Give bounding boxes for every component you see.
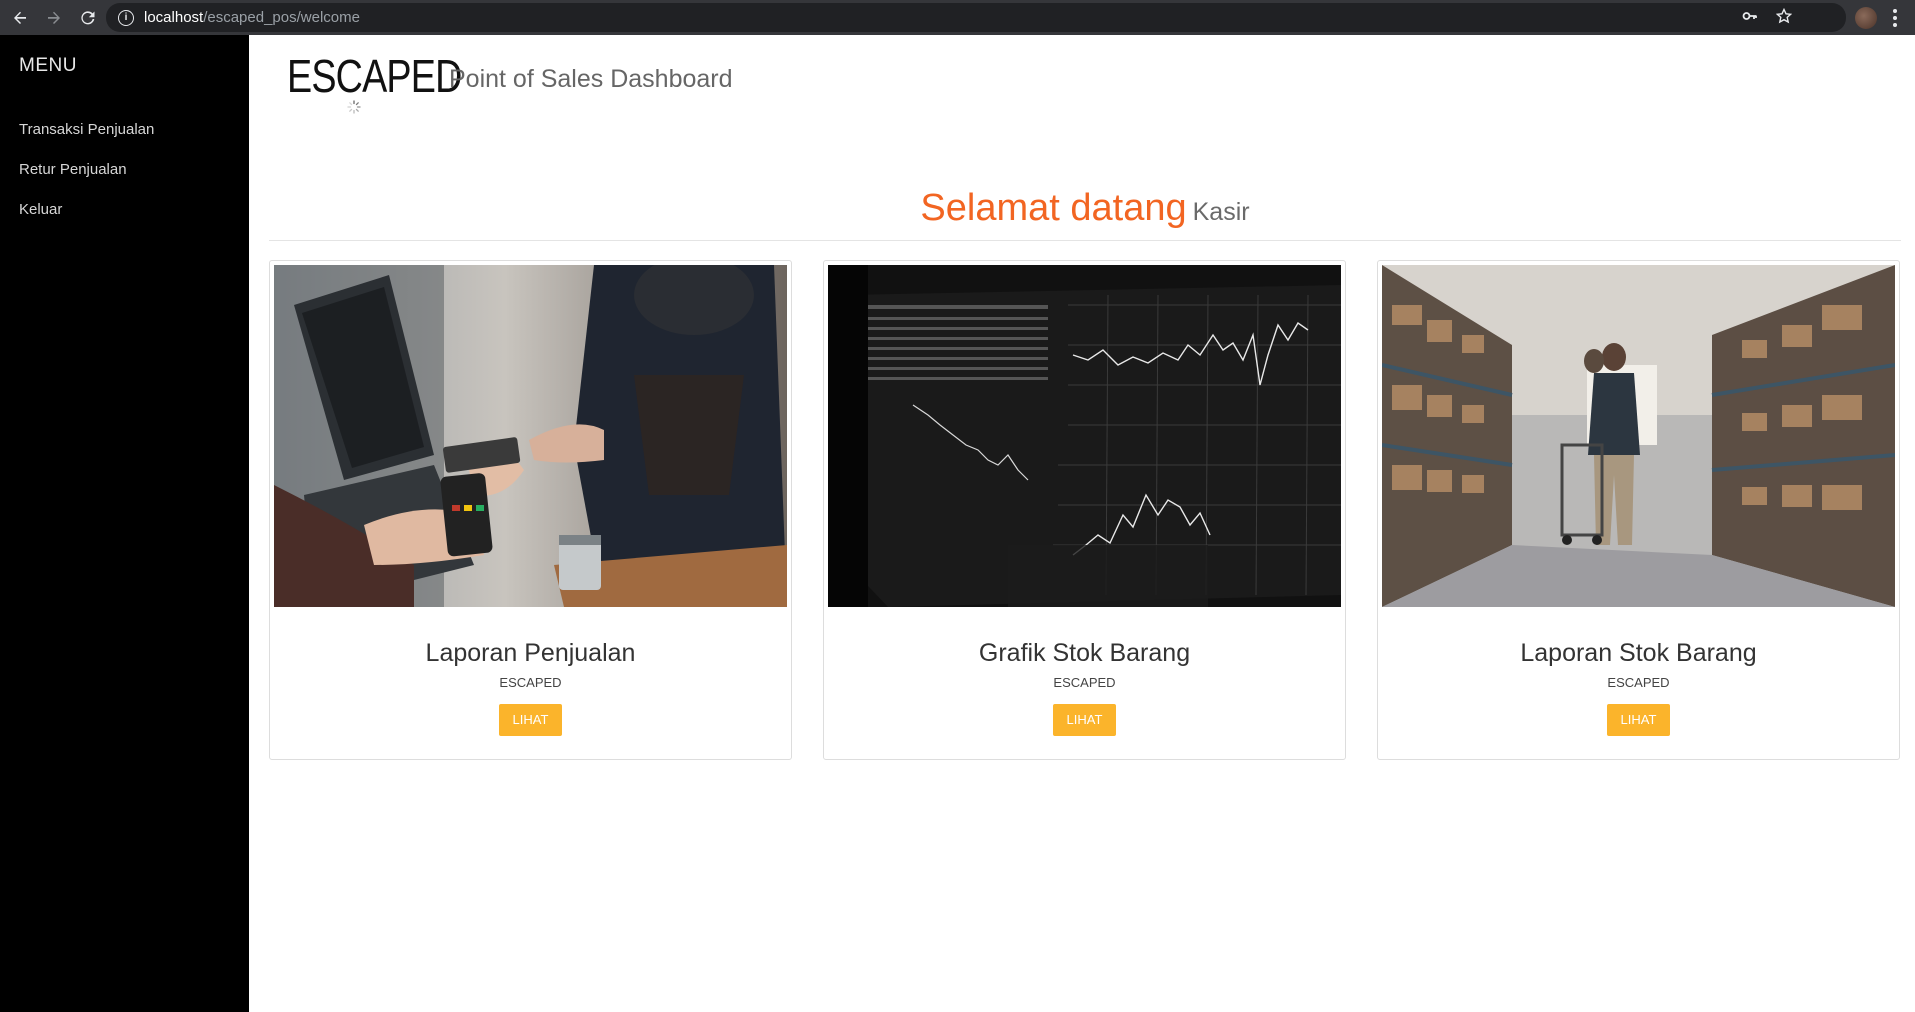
main-content: ESCAPED Point of Sales Dashboard Selamat… <box>249 35 1915 1012</box>
user-role: Kasir <box>1192 198 1250 226</box>
card-image-payment <box>274 265 787 607</box>
loading-spinner-icon <box>347 100 361 114</box>
card-title: Grafik Stok Barang <box>978 639 1191 667</box>
lihat-button[interactable]: LIHAT <box>1053 704 1116 736</box>
url-path: /escaped_pos/welcome <box>203 9 360 26</box>
lihat-button[interactable]: LIHAT <box>499 704 562 736</box>
card-laporan-stok-barang: Laporan Stok Barang ESCAPED LIHAT <box>1377 260 1900 760</box>
forward-icon[interactable] <box>40 4 68 32</box>
page-subtitle: Point of Sales Dashboard <box>449 65 733 93</box>
sidebar-title: MENU <box>19 55 77 76</box>
card-brand: ESCAPED <box>1607 675 1670 690</box>
welcome-greeting: Selamat datang <box>920 187 1187 229</box>
lihat-button[interactable]: LIHAT <box>1607 704 1670 736</box>
sidebar-item-keluar[interactable]: Keluar <box>19 190 154 230</box>
sidebar-item-transaksi-penjualan[interactable]: Transaksi Penjualan <box>19 110 154 150</box>
card-title: Laporan Penjualan <box>425 639 636 667</box>
card-brand: ESCAPED <box>1053 675 1116 690</box>
card-brand: ESCAPED <box>499 675 562 690</box>
divider <box>269 240 1901 241</box>
key-icon[interactable] <box>1742 8 1758 28</box>
card-grafik-stok-barang: Grafik Stok Barang ESCAPED LIHAT <box>823 260 1346 760</box>
back-icon[interactable] <box>6 4 34 32</box>
profile-avatar[interactable] <box>1855 7 1877 29</box>
url-host: localhost <box>144 9 204 26</box>
card-laporan-penjualan: Laporan Penjualan ESCAPED LIHAT <box>269 260 792 760</box>
star-icon[interactable] <box>1775 7 1793 28</box>
sidebar: MENU Transaksi Penjualan Retur Penjualan… <box>0 35 249 1012</box>
card-grid: Laporan Penjualan ESCAPED LIHAT Grafik S… <box>269 260 1901 760</box>
brand-logo: ESCAPED <box>287 50 462 102</box>
browser-menu-icon[interactable] <box>1885 7 1905 29</box>
card-image-warehouse <box>1382 265 1895 607</box>
browser-toolbar: i localhost/escaped_pos/welcome <box>0 0 1915 35</box>
card-image-stock-chart <box>828 265 1341 607</box>
info-icon[interactable]: i <box>118 9 134 26</box>
address-bar[interactable]: i localhost/escaped_pos/welcome <box>106 3 1846 32</box>
welcome-heading: Selamat datang Kasir <box>271 187 1899 230</box>
sidebar-menu: Transaksi Penjualan Retur Penjualan Kelu… <box>19 110 154 230</box>
reload-icon[interactable] <box>74 4 102 32</box>
card-title: Laporan Stok Barang <box>1520 639 1757 667</box>
sidebar-item-retur-penjualan[interactable]: Retur Penjualan <box>19 150 154 190</box>
